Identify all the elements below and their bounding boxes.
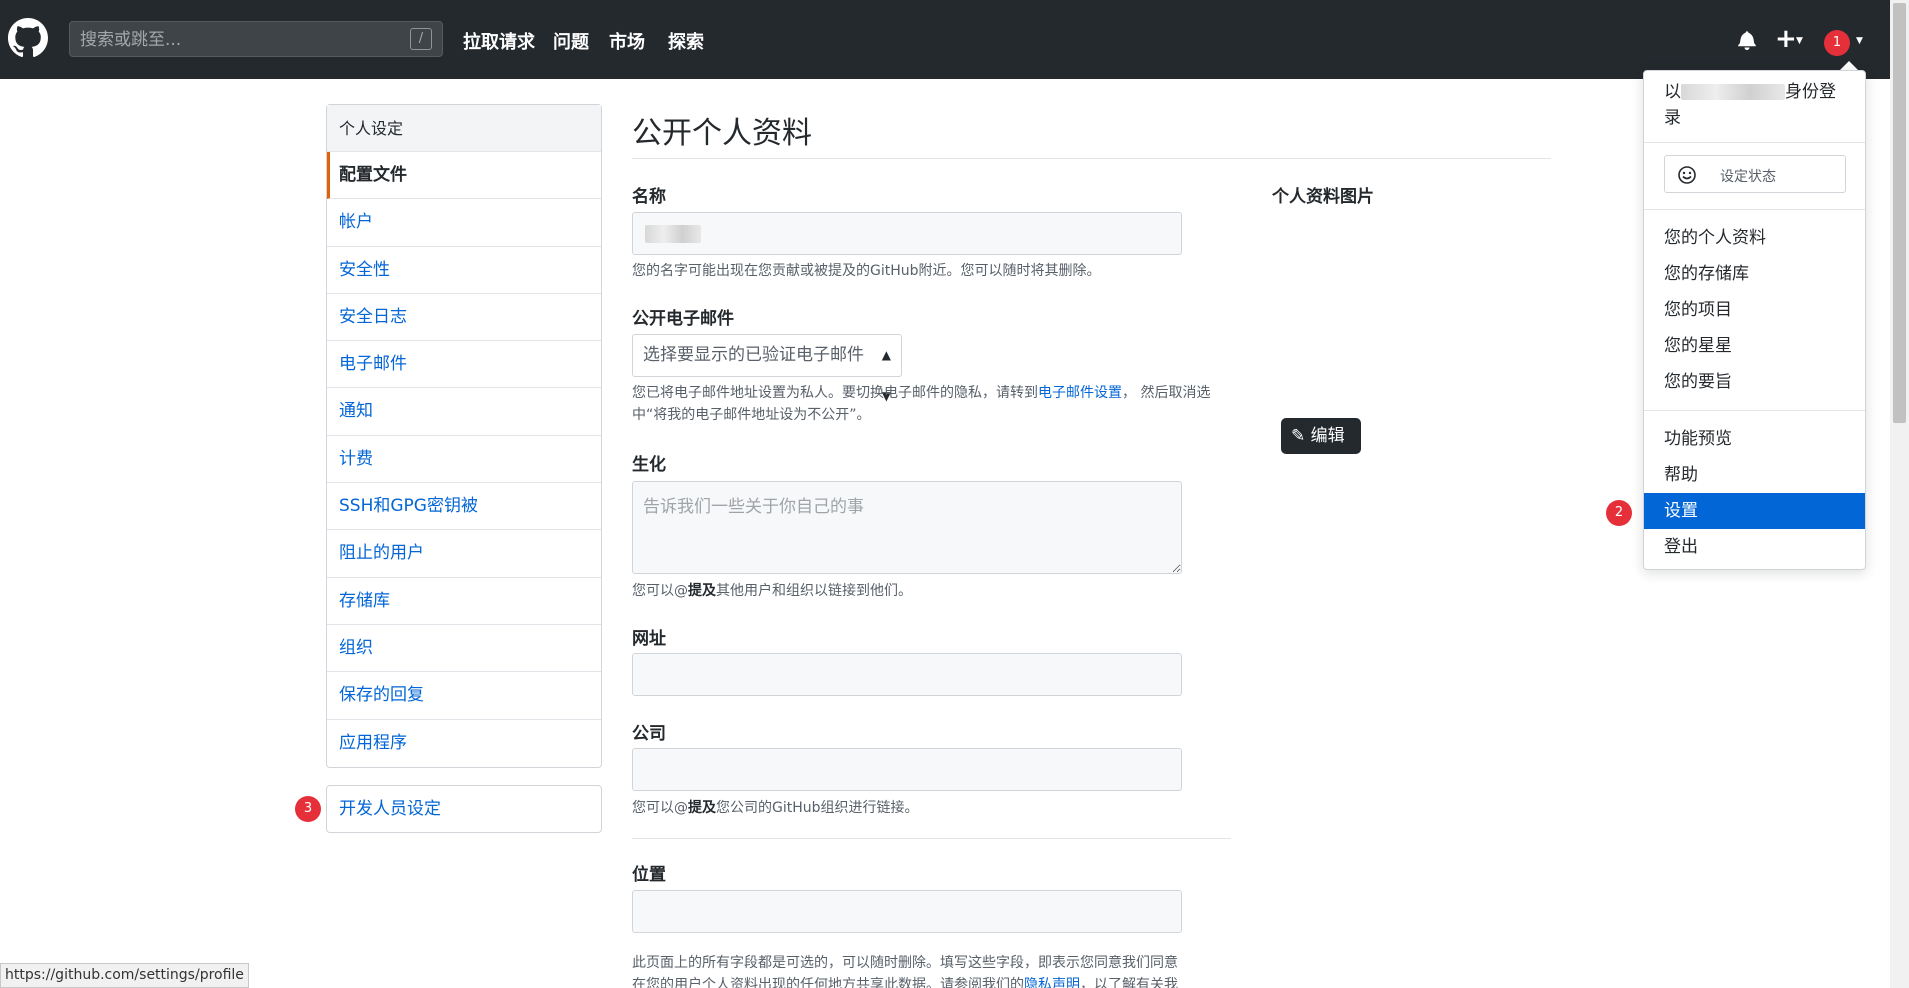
search-box[interactable]: /: [69, 21, 443, 57]
location-input[interactable]: [632, 890, 1182, 933]
email-settings-link[interactable]: 电子邮件设置: [1038, 385, 1122, 401]
company-note: 您可以@提及您公司的GitHub组织进行链接。: [632, 797, 1232, 819]
title-divider: [632, 158, 1551, 159]
bio-label: 生化: [632, 455, 666, 475]
name-input[interactable]: [632, 212, 1182, 255]
sidebar-item-organizations[interactable]: 组织: [327, 625, 601, 673]
url-label: 网址: [632, 629, 666, 649]
name-label: 名称: [632, 187, 666, 207]
sidebar-item-security[interactable]: 安全性: [327, 247, 601, 294]
scrollbar-thumb[interactable]: [1893, 3, 1906, 423]
sidebar-item-applications[interactable]: 应用程序: [327, 720, 601, 767]
sidebar-item-saved-replies[interactable]: 保存的回复: [327, 672, 601, 720]
sidebar-item-billing[interactable]: 计费: [327, 436, 601, 484]
nav-marketplace[interactable]: 市场: [609, 28, 645, 54]
menu-your-repositories[interactable]: 您的存储库: [1644, 256, 1865, 292]
menu-your-projects[interactable]: 您的项目: [1644, 292, 1865, 328]
nav-issues[interactable]: 问题: [553, 28, 589, 54]
footer-note-line2: 在您的用户个人资料出现的任何地方共享此数据。请参阅我们的: [632, 977, 1024, 988]
user-dropdown-menu: 以身份登 录 设定状态 您的个人资料 您的存储库 您的项目 您的星星 您的要旨 …: [1643, 70, 1866, 570]
step-badge-1: 1: [1824, 30, 1850, 56]
footer-note: 此页面上的所有字段都是可选的，可以随时删除。填写这些字段，即表示您同意我们同意 …: [632, 952, 1232, 988]
menu-settings[interactable]: 设置: [1644, 493, 1865, 529]
signed-in-as: 以 身份登 录: [1664, 79, 1854, 131]
name-note: 您的名字可能出现在您贡献或被提及的GitHub附近。您可以随时将其删除。: [632, 263, 1101, 279]
signed-in-line2: 录: [1664, 108, 1681, 128]
menu-feature-preview[interactable]: 功能预览: [1644, 421, 1865, 457]
public-email-select-value: 选择要显示的已验证电子邮件: [643, 345, 864, 365]
page-title: 公开个人资料: [632, 116, 812, 151]
menu-your-stars[interactable]: 您的星星: [1644, 328, 1865, 364]
dropdown-divider: [1644, 142, 1865, 143]
search-input[interactable]: [80, 28, 380, 52]
company-note-text-2: 您公司的GitHub组织进行链接。: [716, 800, 919, 816]
dropdown-divider: [1644, 209, 1865, 210]
nav-explore[interactable]: 探索: [668, 28, 704, 54]
pencil-icon: ✎: [1291, 426, 1306, 446]
footer-note-line1: 此页面上的所有字段都是可选的，可以随时删除。填写这些字段，即表示您同意我们同意: [632, 955, 1178, 971]
redacted-name: [645, 225, 701, 243]
public-email-label: 公开电子邮件: [632, 309, 734, 329]
sidebar-item-emails[interactable]: 电子邮件: [327, 341, 601, 389]
bio-textarea[interactable]: [632, 481, 1182, 574]
footer-note-line2-end: ，以了解有关我: [1080, 977, 1178, 988]
set-status-label: 设定状态: [1720, 169, 1776, 185]
sidebar-item-blocked-users[interactable]: 阻止的用户: [327, 530, 601, 578]
company-label: 公司: [632, 724, 666, 744]
step-badge-3: 3: [295, 796, 321, 822]
bio-note: 您可以@提及其他用户和组织以链接到他们。: [632, 580, 1232, 602]
sidebar-item-security-log[interactable]: 安全日志: [327, 294, 601, 342]
url-input[interactable]: [632, 653, 1182, 696]
company-note-text: 您可以@: [632, 800, 688, 816]
signed-in-suffix: 身份登: [1785, 82, 1836, 102]
global-header: / 拉取请求 问题 市场 探索 + ▼ 1 ▼: [0, 0, 1890, 79]
sidebar-item-notifications[interactable]: 通知: [327, 388, 601, 436]
bio-note-text-2: 其他用户和组织以链接到他们。: [716, 583, 912, 599]
public-email-select[interactable]: 选择要显示的已验证电子邮件 ▲ ▼: [632, 334, 902, 403]
avatar-chevron-down-icon[interactable]: ▼: [1856, 36, 1863, 46]
dropdown-divider: [1644, 410, 1865, 411]
search-shortcut-key: /: [410, 28, 432, 50]
edit-picture-button[interactable]: ✎ 编辑: [1281, 418, 1361, 454]
redacted-username: [1681, 84, 1785, 100]
company-input[interactable]: [632, 748, 1182, 791]
bio-note-bold: 提及: [688, 583, 716, 599]
email-note-text: 您已将电子邮件地址设置为私人。要切换电子邮件的隐私，请转到: [632, 385, 1038, 401]
bell-icon[interactable]: [1738, 30, 1756, 50]
sidebar-item-ssh-gpg-keys[interactable]: SSH和GPG密钥被: [327, 483, 601, 531]
company-note-bold: 提及: [688, 800, 716, 816]
settings-sidebar: 个人设定 配置文件 帐户 安全性 安全日志 电子邮件 通知 计费 SSH和GPG…: [326, 104, 602, 768]
section-divider: [632, 838, 1231, 839]
menu-your-gists[interactable]: 您的要旨: [1644, 364, 1865, 400]
github-logo-icon[interactable]: [8, 18, 48, 58]
step-badge-2: 2: [1606, 500, 1632, 526]
menu-help[interactable]: 帮助: [1644, 457, 1865, 493]
bio-note-text: 您可以@: [632, 583, 688, 599]
chevron-down-icon: ▼: [1796, 36, 1803, 46]
page-scrollbar[interactable]: [1890, 0, 1909, 988]
sidebar-item-profile[interactable]: 配置文件: [327, 152, 601, 200]
edit-button-label: 编辑: [1310, 426, 1345, 446]
sidebar-item-repositories[interactable]: 存储库: [327, 578, 601, 625]
nav-pull-requests[interactable]: 拉取请求: [463, 28, 535, 54]
smiley-icon: [1678, 166, 1696, 184]
email-note: 您已将电子邮件地址设置为私人。要切换电子邮件的隐私，请转到电子邮件设置， 然后取…: [632, 382, 1232, 426]
menu-sign-out[interactable]: 登出: [1644, 529, 1865, 565]
signed-in-prefix: 以: [1664, 82, 1681, 102]
privacy-statement-link[interactable]: 隐私声明: [1024, 977, 1080, 988]
link-preview-statusbar: https://github.com/settings/profile: [0, 963, 249, 988]
dropdown-caret: [1840, 61, 1858, 70]
menu-your-profile[interactable]: 您的个人资料: [1644, 220, 1865, 256]
sidebar-heading: 个人设定: [327, 105, 601, 152]
location-label: 位置: [632, 865, 666, 885]
profile-picture-label: 个人资料图片: [1272, 187, 1374, 207]
sidebar-item-developer-settings[interactable]: 开发人员设定: [326, 785, 602, 833]
plus-icon[interactable]: +: [1775, 24, 1797, 54]
set-status-button[interactable]: 设定状态: [1664, 155, 1846, 193]
sidebar-item-account[interactable]: 帐户: [327, 199, 601, 247]
